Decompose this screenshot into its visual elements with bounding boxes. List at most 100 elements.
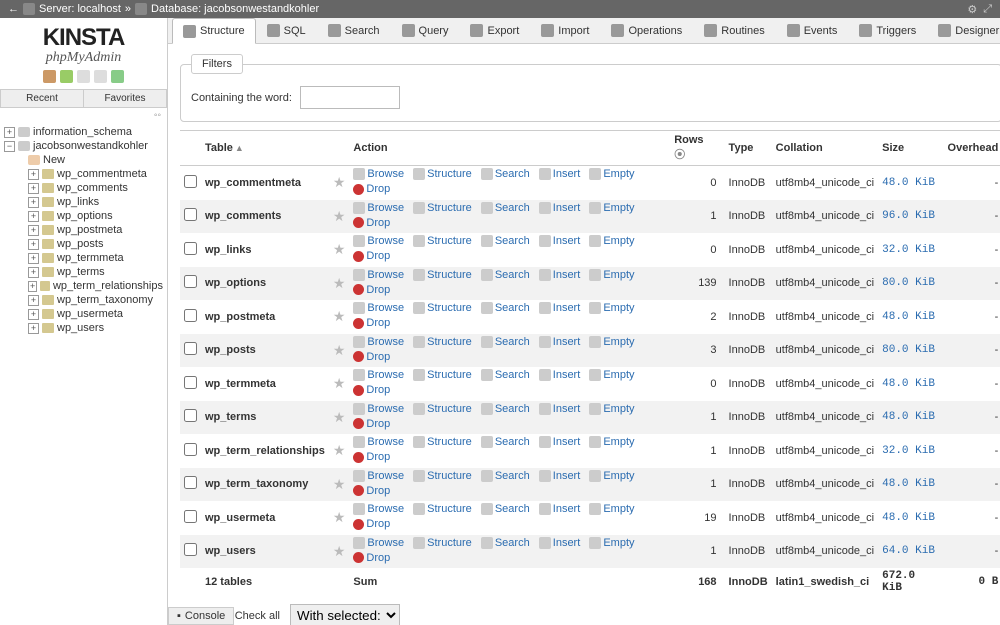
favorite-star-icon[interactable]: ★	[333, 442, 346, 458]
tab-export[interactable]: Export	[459, 18, 530, 43]
drop-action[interactable]: Drop	[353, 317, 390, 329]
structure-action[interactable]: Structure	[413, 503, 472, 515]
tab-structure[interactable]: Structure	[172, 18, 256, 44]
row-checkbox[interactable]	[184, 409, 197, 422]
cell-size[interactable]: 80.0 KiB	[878, 334, 943, 368]
browse-action[interactable]: Browse	[353, 269, 404, 281]
structure-action[interactable]: Structure	[413, 202, 472, 214]
tree-table-wp_termmeta[interactable]: +wp_termmeta	[0, 251, 167, 265]
insert-action[interactable]: Insert	[539, 168, 581, 180]
empty-action[interactable]: Empty	[589, 369, 634, 381]
cell-size[interactable]: 64.0 KiB	[878, 535, 943, 569]
structure-action[interactable]: Structure	[413, 235, 472, 247]
insert-action[interactable]: Insert	[539, 470, 581, 482]
structure-action[interactable]: Structure	[413, 403, 472, 415]
expand-icon[interactable]: +	[28, 225, 39, 236]
expand-icon[interactable]: +	[28, 295, 39, 306]
insert-action[interactable]: Insert	[539, 269, 581, 281]
col-overhead[interactable]: Overhead	[944, 131, 1000, 166]
cell-size[interactable]: 48.0 KiB	[878, 367, 943, 401]
cell-size[interactable]: 48.0 KiB	[878, 501, 943, 535]
drop-action[interactable]: Drop	[353, 485, 390, 497]
cell-size[interactable]: 48.0 KiB	[878, 300, 943, 334]
favorite-star-icon[interactable]: ★	[333, 543, 346, 559]
cell-size[interactable]: 80.0 KiB	[878, 267, 943, 301]
page-help-icon[interactable]: ⤢	[983, 3, 992, 16]
table-name-link[interactable]: wp_term_taxonomy	[205, 478, 308, 490]
col-type[interactable]: Type	[725, 131, 772, 166]
drop-action[interactable]: Drop	[353, 451, 390, 463]
row-checkbox[interactable]	[184, 543, 197, 556]
tree-table-wp_links[interactable]: +wp_links	[0, 195, 167, 209]
drop-action[interactable]: Drop	[353, 217, 390, 229]
tab-events[interactable]: Events	[776, 18, 849, 43]
cell-size[interactable]: 96.0 KiB	[878, 200, 943, 234]
drop-action[interactable]: Drop	[353, 384, 390, 396]
tab-sql[interactable]: SQL	[256, 18, 317, 43]
tree-table-wp_options[interactable]: +wp_options	[0, 209, 167, 223]
row-checkbox[interactable]	[184, 376, 197, 389]
table-name-link[interactable]: wp_posts	[205, 344, 256, 356]
cell-size[interactable]: 48.0 KiB	[878, 401, 943, 435]
tree-table-wp_postmeta[interactable]: +wp_postmeta	[0, 223, 167, 237]
row-checkbox[interactable]	[184, 175, 197, 188]
row-checkbox[interactable]	[184, 342, 197, 355]
home-icon[interactable]	[43, 70, 56, 83]
drop-action[interactable]: Drop	[353, 284, 390, 296]
search-action[interactable]: Search	[481, 202, 530, 214]
expand-icon[interactable]: +	[28, 281, 37, 292]
structure-action[interactable]: Structure	[413, 470, 472, 482]
insert-action[interactable]: Insert	[539, 302, 581, 314]
table-name-link[interactable]: wp_termmeta	[205, 378, 276, 390]
table-name-link[interactable]: wp_comments	[205, 210, 281, 222]
expand-icon[interactable]: +	[28, 197, 39, 208]
search-action[interactable]: Search	[481, 168, 530, 180]
expand-icon[interactable]: +	[28, 239, 39, 250]
empty-action[interactable]: Empty	[589, 336, 634, 348]
structure-action[interactable]: Structure	[413, 537, 472, 549]
insert-action[interactable]: Insert	[539, 436, 581, 448]
favorite-star-icon[interactable]: ★	[333, 174, 346, 190]
row-checkbox[interactable]	[184, 443, 197, 456]
search-action[interactable]: Search	[481, 436, 530, 448]
tab-routines[interactable]: Routines	[693, 18, 775, 43]
drop-action[interactable]: Drop	[353, 250, 390, 262]
empty-action[interactable]: Empty	[589, 235, 634, 247]
table-name-link[interactable]: wp_options	[205, 277, 266, 289]
browse-action[interactable]: Browse	[353, 537, 404, 549]
docs-icon[interactable]	[77, 70, 90, 83]
tab-operations[interactable]: Operations	[600, 18, 693, 43]
table-name-link[interactable]: wp_commentmeta	[205, 177, 301, 189]
search-action[interactable]: Search	[481, 302, 530, 314]
table-name-link[interactable]: wp_postmeta	[205, 311, 275, 323]
tree-db-current[interactable]: − jacobsonwestandkohler	[0, 139, 167, 153]
empty-action[interactable]: Empty	[589, 403, 634, 415]
search-action[interactable]: Search	[481, 269, 530, 281]
table-name-link[interactable]: wp_usermeta	[205, 512, 275, 524]
tab-triggers[interactable]: Triggers	[848, 18, 927, 43]
favorite-star-icon[interactable]: ★	[333, 241, 346, 257]
row-checkbox[interactable]	[184, 476, 197, 489]
expand-icon[interactable]: +	[28, 253, 39, 264]
browse-action[interactable]: Browse	[353, 470, 404, 482]
browse-action[interactable]: Browse	[353, 302, 404, 314]
tree-new-table[interactable]: New	[0, 153, 167, 167]
empty-action[interactable]: Empty	[589, 269, 634, 281]
row-checkbox[interactable]	[184, 510, 197, 523]
search-action[interactable]: Search	[481, 235, 530, 247]
structure-action[interactable]: Structure	[413, 369, 472, 381]
drop-action[interactable]: Drop	[353, 518, 390, 530]
favorite-star-icon[interactable]: ★	[333, 409, 346, 425]
structure-action[interactable]: Structure	[413, 302, 472, 314]
cell-size[interactable]: 48.0 KiB	[878, 468, 943, 502]
structure-action[interactable]: Structure	[413, 168, 472, 180]
favorite-star-icon[interactable]: ★	[333, 509, 346, 525]
tree-db-information-schema[interactable]: + information_schema	[0, 125, 167, 139]
col-rows[interactable]: Rows ⦿	[670, 131, 724, 166]
collapse-arrow[interactable]: ←	[8, 3, 19, 15]
search-action[interactable]: Search	[481, 403, 530, 415]
breadcrumb-server[interactable]: Server: localhost	[39, 3, 121, 15]
recent-tab[interactable]: Recent	[0, 90, 84, 108]
row-checkbox[interactable]	[184, 242, 197, 255]
browse-action[interactable]: Browse	[353, 202, 404, 214]
